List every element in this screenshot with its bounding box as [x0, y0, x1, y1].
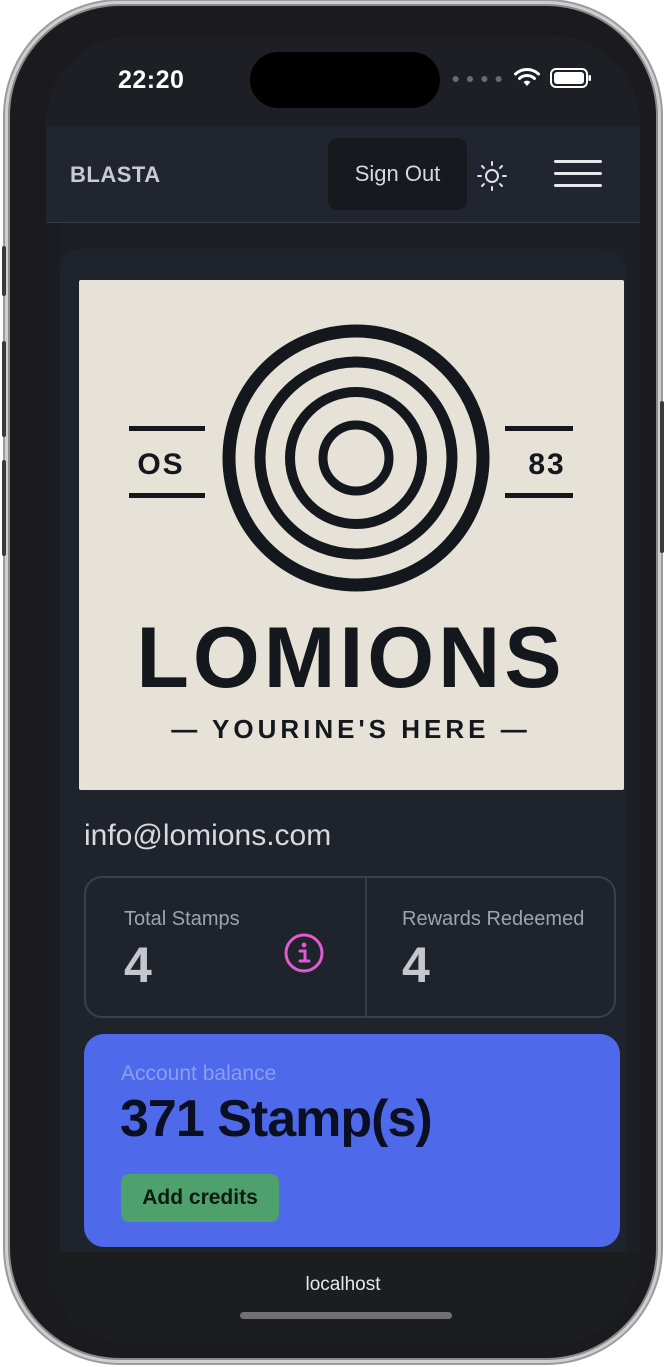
- info-icon[interactable]: [283, 932, 325, 974]
- add-credits-button[interactable]: Add credits: [121, 1174, 279, 1222]
- side-button-power: [660, 401, 664, 553]
- total-stamps-label: Total Stamps: [124, 908, 240, 930]
- scrollbar-track[interactable]: [46, 223, 60, 1253]
- stats-divider: [365, 878, 367, 1018]
- logo-right-tag: 83: [528, 448, 565, 481]
- stats-panel: Total Stamps 4 Rewards Redeemed 4: [84, 876, 616, 1018]
- home-indicator[interactable]: [240, 1312, 452, 1319]
- total-stamps-value: 4: [124, 937, 152, 993]
- account-balance-value: 371 Stamp(s): [120, 1090, 433, 1148]
- browser-url-text[interactable]: localhost: [46, 1274, 640, 1296]
- business-logo-image: OS 83 LOMIONS — YOURINE'S HERE —: [79, 280, 624, 790]
- browser-url-bar[interactable]: localhost: [46, 1252, 640, 1344]
- account-balance-label: Account balance: [121, 1062, 277, 1085]
- side-button-volume-down: [2, 460, 6, 556]
- sun-icon[interactable]: [476, 160, 508, 192]
- battery-icon: [550, 68, 591, 88]
- top-navbar: BLASTA Sign Out: [46, 126, 640, 223]
- logo-tagline: — YOURINE'S HERE —: [171, 714, 530, 744]
- main-content: OS 83 LOMIONS — YOURINE'S HERE — info@lo…: [46, 223, 640, 1253]
- wifi-icon: [514, 68, 540, 86]
- rewards-redeemed-value: 4: [402, 937, 430, 993]
- logo-name: LOMIONS: [136, 610, 565, 706]
- status-time: 22:20: [118, 66, 185, 94]
- screen: 22:20 ● ● ● ● BLASTA Sign Out OS 83 LOMI…: [46, 36, 640, 1344]
- side-button-volume-up: [2, 341, 6, 437]
- status-bar: 22:20 ● ● ● ●: [46, 36, 640, 126]
- brand-logo-text[interactable]: BLASTA: [70, 162, 161, 188]
- phone-frame: 22:20 ● ● ● ● BLASTA Sign Out OS 83 LOMI…: [2, 6, 664, 1358]
- account-balance-card: Account balance 371 Stamp(s) Add credits: [84, 1034, 620, 1247]
- logo-left-tag: OS: [137, 448, 184, 481]
- side-button-silent: [2, 246, 6, 296]
- hamburger-menu-icon[interactable]: [554, 158, 602, 190]
- status-icons: ● ● ● ●: [452, 68, 593, 88]
- business-email: info@lomions.com: [84, 819, 332, 852]
- rewards-redeemed-label: Rewards Redeemed: [402, 908, 585, 930]
- dynamic-island: [250, 52, 440, 108]
- sign-out-button[interactable]: Sign Out: [328, 138, 467, 210]
- cellular-signal-icon: ● ● ● ●: [451, 70, 504, 86]
